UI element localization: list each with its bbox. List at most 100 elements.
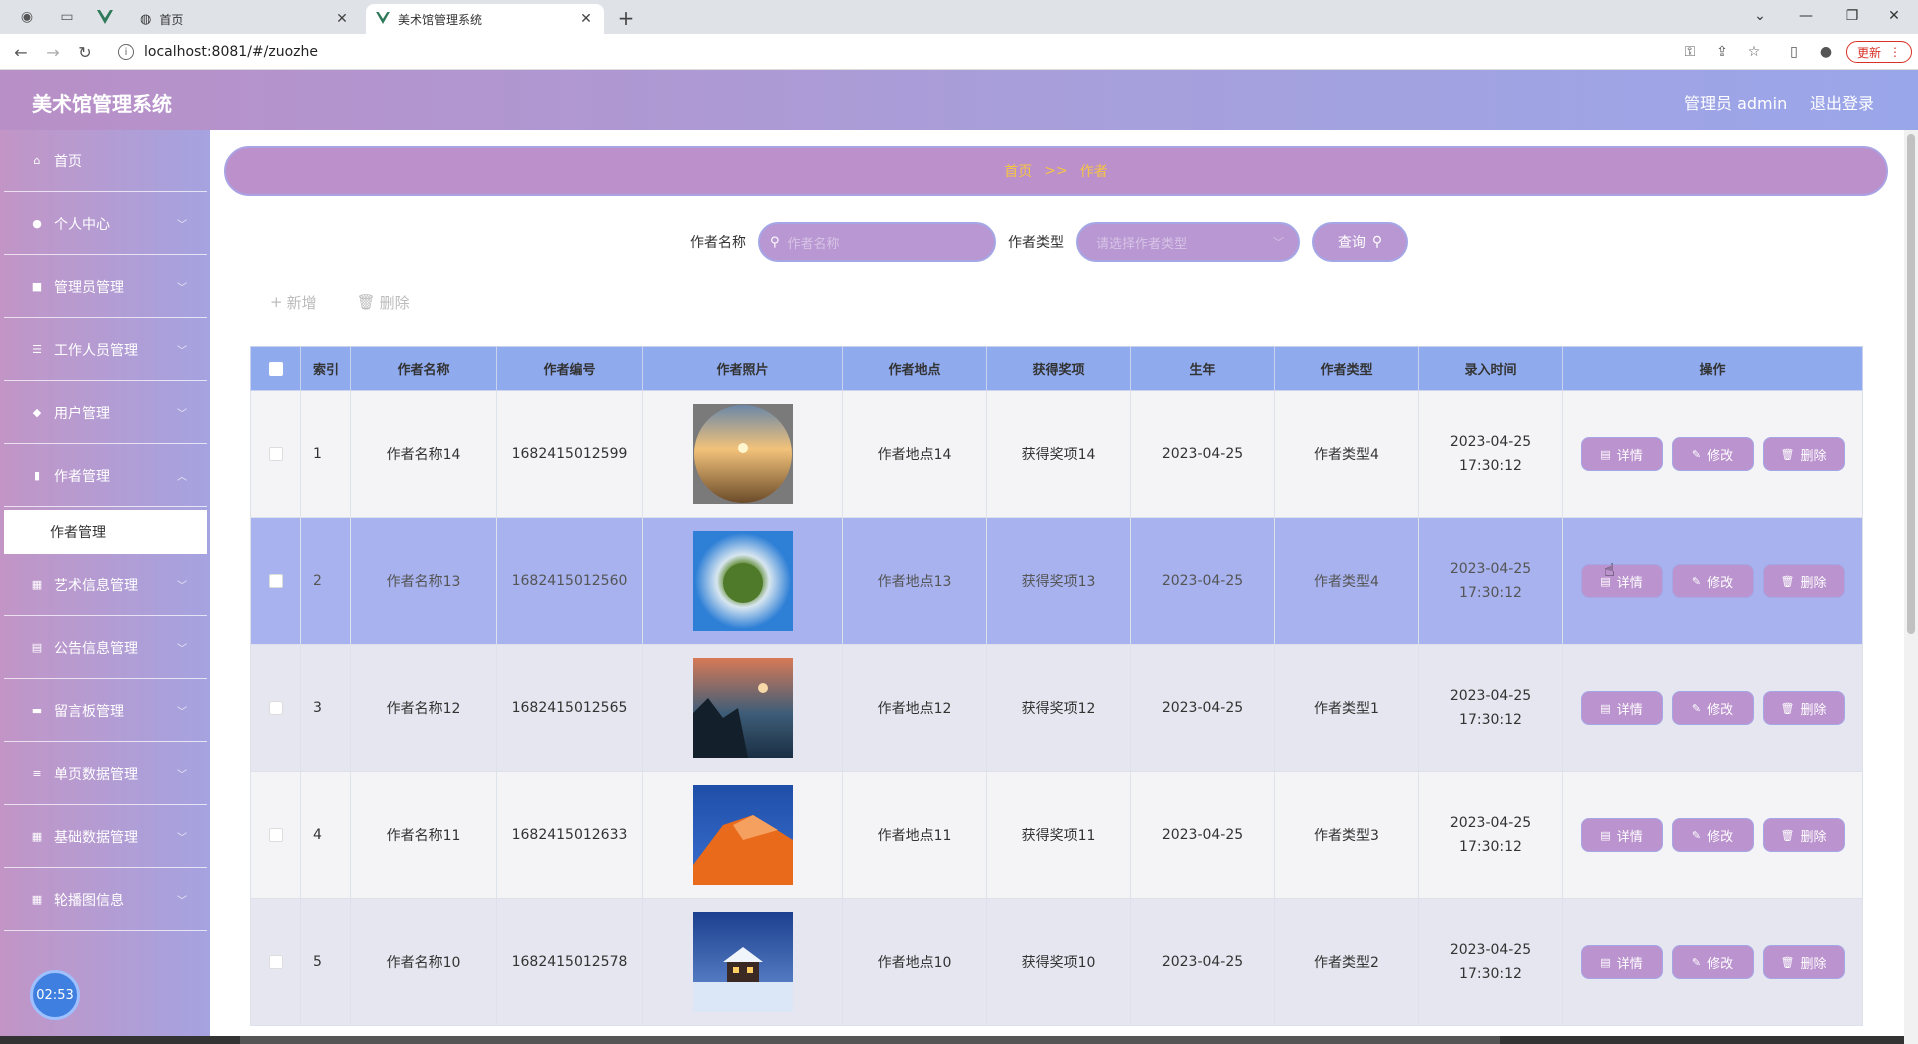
row-checkbox[interactable] [268,701,283,715]
author-type-select[interactable]: 请选择作者类型 ﹀ [1076,222,1300,262]
edit-button[interactable]: ✎ 修改 [1671,691,1754,725]
forward-button[interactable]: → [42,41,64,63]
reload-button[interactable]: ↻ [74,41,96,63]
url-field[interactable]: i localhost:8081/#/zuozhe [110,38,1650,66]
back-button[interactable]: ← [10,41,32,63]
edit-button[interactable]: ✎ 修改 [1671,564,1754,598]
delete-button[interactable]: 🗑 删除 [1762,691,1845,725]
birth-year-cell: 2023-04-25 [1130,898,1275,1026]
document-icon: ▤ [1600,447,1611,461]
sidebar-subitem-author-management[interactable]: 作者管理 [4,510,207,554]
detail-button[interactable]: ▤ 详情 [1580,564,1663,598]
sidebar-item-single-page-data[interactable]: ≡ 单页数据管理 ﹀ [4,743,207,805]
detail-button[interactable]: ▤ 详情 [1580,945,1663,979]
profile-icon[interactable]: ● [1816,42,1836,62]
add-button[interactable]: + 新增 [270,292,317,313]
operations-cell: ▤ 详情 ✎ 修改 🗑 删除 [1562,517,1863,645]
row-checkbox[interactable] [268,447,283,461]
sidebar-item-art-info[interactable]: ▦ 艺术信息管理 ﹀ [4,554,207,616]
award-cell: 获得奖项13 [986,517,1131,645]
delete-button[interactable]: 🗑 删除 [1762,945,1845,979]
select-all-cell[interactable] [250,346,301,391]
sidebar-item-notice-info[interactable]: ▤ 公告信息管理 ﹀ [4,617,207,679]
row-checkbox-cell[interactable] [250,644,301,772]
logout-link[interactable]: 退出登录 [1810,90,1874,114]
row-checkbox-cell[interactable] [250,517,301,645]
author-photo[interactable] [692,658,793,758]
tab-title: 美术馆管理系统 [398,12,483,27]
detail-label: 详情 [1616,575,1643,591]
row-checkbox-cell[interactable] [250,898,301,1026]
minimize-button[interactable]: — [1786,4,1826,28]
edit-label: 修改 [1707,829,1734,845]
table-row[interactable]: 2 作者名称13 1682415012560 作者地点13 获得奖项13 202… [250,517,1863,645]
chart-icon: ▮ [33,469,41,482]
scrollbar-thumb[interactable] [1907,134,1915,634]
author-photo[interactable] [692,404,793,504]
sidebar-item-base-data[interactable]: ▦ 基础数据管理 ﹀ [4,806,207,868]
sidebar-item-staff-management[interactable]: ☰ 工作人员管理 ﹀ [4,319,207,381]
tab-search-icon[interactable]: ◉ [16,6,38,28]
author-photo[interactable] [692,785,793,885]
vertical-scrollbar[interactable] [1904,130,1918,1044]
horizontal-scrollbar-thumb[interactable] [240,1036,1500,1044]
sidebar-item-personal-center[interactable]: ● 个人中心 ﹀ [4,193,207,255]
row-checkbox[interactable] [268,955,283,969]
chevron-down-icon: ﹀ [177,409,187,420]
vue-tab-icon[interactable] [94,6,116,28]
update-button[interactable]: 更新 ⋮ [1846,41,1912,63]
sidebar-item-carousel-info[interactable]: ▦ 轮播图信息 ﹀ [4,869,207,931]
share-icon[interactable]: ⇪ [1712,42,1732,62]
edit-button[interactable]: ✎ 修改 [1671,945,1754,979]
site-info-icon[interactable]: i [118,44,134,60]
row-checkbox[interactable] [268,828,283,842]
tab-admin-system[interactable]: 美术馆管理系统 ✕ [366,4,604,34]
sidebar-item-message-board[interactable]: ▬ 留言板管理 ﹀ [4,680,207,742]
delete-button[interactable]: 🗑 删除 [1762,437,1845,471]
tab-close-icon[interactable]: ✕ [578,11,594,27]
new-tab-button[interactable]: + [614,6,638,30]
sidebar-item-user-management[interactable]: ◆ 用户管理 ﹀ [4,382,207,444]
delete-label: 删除 [1800,448,1827,464]
batch-delete-button[interactable]: 🗑 删除 [357,292,410,313]
author-photo[interactable] [692,531,793,631]
bookmark-star-icon[interactable]: ☆ [1744,42,1764,62]
sidebar-item-home[interactable]: ⌂ 首页 [4,130,207,192]
tab-group-icon[interactable]: ▭ [56,6,78,28]
query-button[interactable]: 查询 ⚲ [1312,222,1408,262]
horizontal-scrollbar[interactable] [0,1036,1904,1044]
row-checkbox-cell[interactable] [250,771,301,899]
tab-home[interactable]: ◍ 首页 ✕ [130,4,360,34]
tab-list-chevron-icon[interactable]: ⌄ [1740,4,1780,28]
sidebar-item-admin-management[interactable]: ■ 管理员管理 ﹀ [4,256,207,318]
detail-label: 详情 [1616,448,1643,464]
edit-label: 修改 [1707,956,1734,972]
table-row[interactable]: 4 作者名称11 1682415012633 作者地点11 获得奖项11 202… [250,771,1863,899]
breadcrumb-home[interactable]: 首页 [1004,161,1032,181]
author-code-cell: 1682415012578 [496,898,643,1026]
select-all-checkbox[interactable] [268,361,283,376]
row-checkbox[interactable] [268,574,283,588]
author-name-input[interactable]: ⚲ 作者名称 [758,222,996,262]
table-header-row: 索引 作者名称 作者编号 作者照片 作者地点 获得奖项 生年 作者类型 录入时间… [250,346,1863,391]
detail-button[interactable]: ▤ 详情 [1580,437,1663,471]
detail-button[interactable]: ▤ 详情 [1580,818,1663,852]
delete-button[interactable]: 🗑 删除 [1762,564,1845,598]
author-photo[interactable] [692,912,793,1012]
breadcrumb-current: 作者 [1079,164,1108,180]
key-icon[interactable]: ⚿ [1680,42,1700,62]
side-panel-icon[interactable]: ▯ [1784,42,1804,62]
table-row[interactable]: 1 作者名称14 1682415012599 作者地点14 获得奖项14 202… [250,390,1863,518]
row-checkbox-cell[interactable] [250,390,301,518]
restore-button[interactable]: ❐ [1832,4,1872,28]
edit-button[interactable]: ✎ 修改 [1671,818,1754,852]
edit-button[interactable]: ✎ 修改 [1671,437,1754,471]
table-row[interactable]: 3 作者名称12 1682415012565 作者地点12 获得奖项12 202… [250,644,1863,772]
author-code-cell: 1682415012560 [496,517,643,645]
tab-close-icon[interactable]: ✕ [334,11,350,27]
sidebar-item-author-management[interactable]: ▮ 作者管理 ︿ [4,445,207,507]
delete-button[interactable]: 🗑 删除 [1762,818,1845,852]
table-row[interactable]: 5 作者名称10 1682415012578 作者地点10 获得奖项10 202… [250,898,1863,1026]
detail-button[interactable]: ▤ 详情 [1580,691,1663,725]
close-window-button[interactable]: ✕ [1874,4,1914,28]
